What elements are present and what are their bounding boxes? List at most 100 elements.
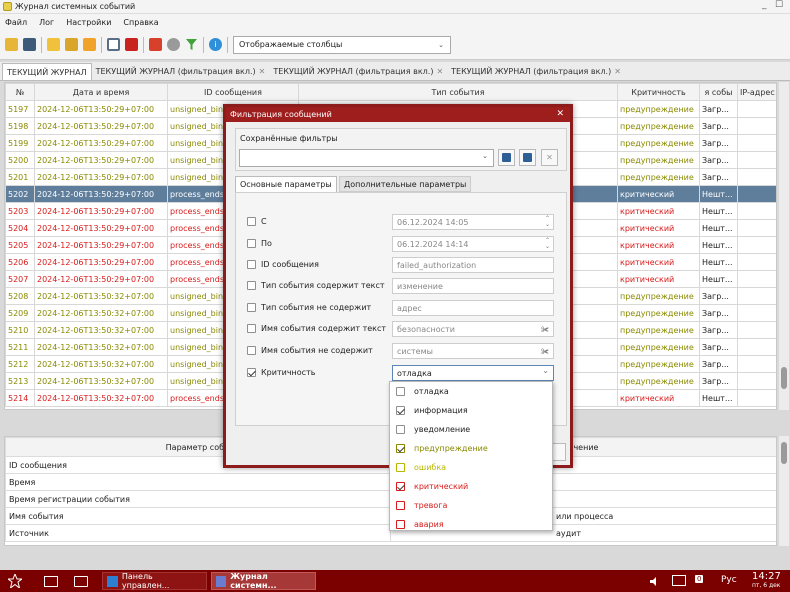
- column-header[interactable]: Дата и время: [34, 83, 168, 101]
- row-number: 5204: [5, 219, 35, 237]
- filter-checkbox[interactable]: [247, 303, 256, 312]
- filter-icon[interactable]: [185, 38, 198, 51]
- severity-select[interactable]: отладка ⌄: [392, 365, 554, 381]
- column-header[interactable]: Тип события: [298, 83, 618, 101]
- next-icon[interactable]: [83, 38, 96, 51]
- close-icon[interactable]: ✕: [259, 67, 266, 76]
- filter-checkbox[interactable]: [247, 260, 256, 269]
- severity-option[interactable]: предупреждение: [390, 439, 552, 458]
- severity-option[interactable]: тревога: [390, 496, 552, 515]
- severity-option[interactable]: уведомление: [390, 420, 552, 439]
- menu-file[interactable]: Файл: [5, 18, 27, 27]
- option-checkbox[interactable]: [396, 501, 405, 510]
- filter-checkbox[interactable]: [247, 217, 256, 226]
- option-checkbox[interactable]: [396, 444, 405, 453]
- filter-input[interactable]: безопасности ✀: [392, 321, 554, 337]
- option-checkbox[interactable]: [396, 520, 405, 529]
- filter-checkbox[interactable]: [247, 368, 256, 377]
- columns-select[interactable]: Отображаемые столбцы ⌄: [233, 35, 451, 54]
- row-datetime: 2024-12-06T13:50:32+07:00: [34, 287, 168, 305]
- notification-badge[interactable]: 0: [695, 575, 704, 583]
- filter-checkbox[interactable]: [247, 281, 256, 290]
- taskbar-item-journal[interactable]: Журнал системн...: [211, 572, 316, 590]
- settings-gear-icon[interactable]: [167, 38, 180, 51]
- filter-input[interactable]: 06.12.2024 14:05 ⌃ ⌄: [392, 214, 554, 230]
- column-header[interactable]: ID сообщения: [167, 83, 299, 101]
- filter-input[interactable]: системы ✀: [392, 343, 554, 359]
- scrollbar-thumb[interactable]: [781, 442, 787, 464]
- clock-time[interactable]: 14:27: [752, 571, 781, 582]
- tab-extra-params[interactable]: Дополнительные параметры: [339, 176, 472, 192]
- tab-main-params[interactable]: Основные параметры: [235, 176, 337, 192]
- filter-input[interactable]: изменение: [392, 278, 554, 294]
- column-header[interactable]: №: [5, 83, 35, 101]
- filter-input[interactable]: failed_authorization: [392, 257, 554, 273]
- start-icon[interactable]: [107, 38, 120, 51]
- control-panel-icon: [107, 575, 118, 587]
- filter-input[interactable]: 06.12.2024 14:14 ⌃ ⌄: [392, 236, 554, 252]
- windows-icon[interactable]: [40, 572, 62, 590]
- table-header-row: № Дата и время ID сообщения Тип события …: [5, 83, 776, 101]
- menu-help[interactable]: Справка: [123, 18, 158, 27]
- keyboard-layout[interactable]: Рус: [721, 575, 737, 585]
- severity-option[interactable]: критический: [390, 477, 552, 496]
- maximize-button[interactable]: ☐: [775, 0, 783, 10]
- details-scrollbar[interactable]: [779, 436, 789, 546]
- row-ip: [737, 134, 776, 152]
- row-datetime: 2024-12-06T13:50:32+07:00: [34, 304, 168, 322]
- tab-filtered-journal[interactable]: ТЕКУЩИЙ ЖУРНАЛ (фильтрация вкл.) ✕: [269, 63, 447, 80]
- menu-settings[interactable]: Настройки: [66, 18, 111, 27]
- option-checkbox[interactable]: [396, 406, 405, 415]
- option-checkbox[interactable]: [396, 482, 405, 491]
- clear-broom-icon[interactable]: ✀: [541, 325, 549, 335]
- close-icon[interactable]: ✕: [556, 109, 564, 119]
- spin-arrows-icon[interactable]: ⌃ ⌄: [545, 216, 550, 228]
- minimize-button[interactable]: _: [762, 0, 767, 10]
- scrollbar-thumb[interactable]: [781, 367, 787, 389]
- taskbar-item-control-panel[interactable]: Панель управлен...: [102, 572, 207, 590]
- close-icon[interactable]: ✕: [614, 67, 621, 76]
- export-icon[interactable]: [65, 38, 78, 51]
- network-icon[interactable]: [672, 575, 686, 586]
- delete-filter-button[interactable]: ✕: [541, 149, 558, 166]
- save-as-filter-button[interactable]: [519, 149, 536, 166]
- column-header[interactable]: IP-адрес: [737, 83, 776, 101]
- row-ip: [737, 185, 776, 203]
- table-scrollbar[interactable]: [779, 82, 789, 410]
- option-checkbox[interactable]: [396, 425, 405, 434]
- volume-icon[interactable]: [650, 576, 661, 590]
- severity-option[interactable]: отладка: [390, 382, 552, 401]
- start-menu-icon[interactable]: [4, 572, 26, 590]
- close-icon[interactable]: ✕: [436, 67, 443, 76]
- spin-arrows-icon[interactable]: ⌃ ⌄: [545, 238, 550, 250]
- saved-filters-label: Сохранённые фильтры: [240, 134, 338, 143]
- folder-icon[interactable]: [70, 572, 92, 590]
- option-checkbox[interactable]: [396, 387, 405, 396]
- column-header[interactable]: я собы: [699, 83, 738, 101]
- tab-current-journal[interactable]: ТЕКУЩИЙ ЖУРНАЛ: [2, 63, 92, 80]
- filter-checkbox[interactable]: [247, 239, 256, 248]
- tab-filtered-journal[interactable]: ТЕКУЩИЙ ЖУРНАЛ (фильтрация вкл.) ✕: [92, 63, 270, 80]
- chevron-down-icon: ⌄: [542, 366, 549, 375]
- severity-option[interactable]: ошибка: [390, 458, 552, 477]
- filter-checkbox[interactable]: [247, 346, 256, 355]
- filter-input[interactable]: адрес: [392, 300, 554, 316]
- save-filter-button[interactable]: [498, 149, 515, 166]
- option-checkbox[interactable]: [396, 463, 405, 472]
- saved-filters-select[interactable]: ⌄: [239, 149, 494, 167]
- stop-icon[interactable]: [125, 38, 138, 51]
- info-icon[interactable]: i: [209, 38, 222, 51]
- clear-icon[interactable]: [149, 38, 162, 51]
- clear-broom-icon[interactable]: ✀: [541, 347, 549, 357]
- column-header[interactable]: Критичность: [617, 83, 700, 101]
- archive-icon[interactable]: [47, 38, 60, 51]
- journal-icon: [216, 575, 227, 587]
- menu-log[interactable]: Лог: [39, 18, 54, 27]
- tab-filtered-journal[interactable]: ТЕКУЩИЙ ЖУРНАЛ (фильтрация вкл.) ✕: [447, 63, 625, 80]
- severity-option[interactable]: информация: [390, 401, 552, 420]
- save-icon[interactable]: [23, 38, 36, 51]
- filter-checkbox[interactable]: [247, 324, 256, 333]
- open-folder-icon[interactable]: [5, 38, 18, 51]
- row-number: 5211: [5, 338, 35, 356]
- severity-option[interactable]: авария: [390, 515, 552, 534]
